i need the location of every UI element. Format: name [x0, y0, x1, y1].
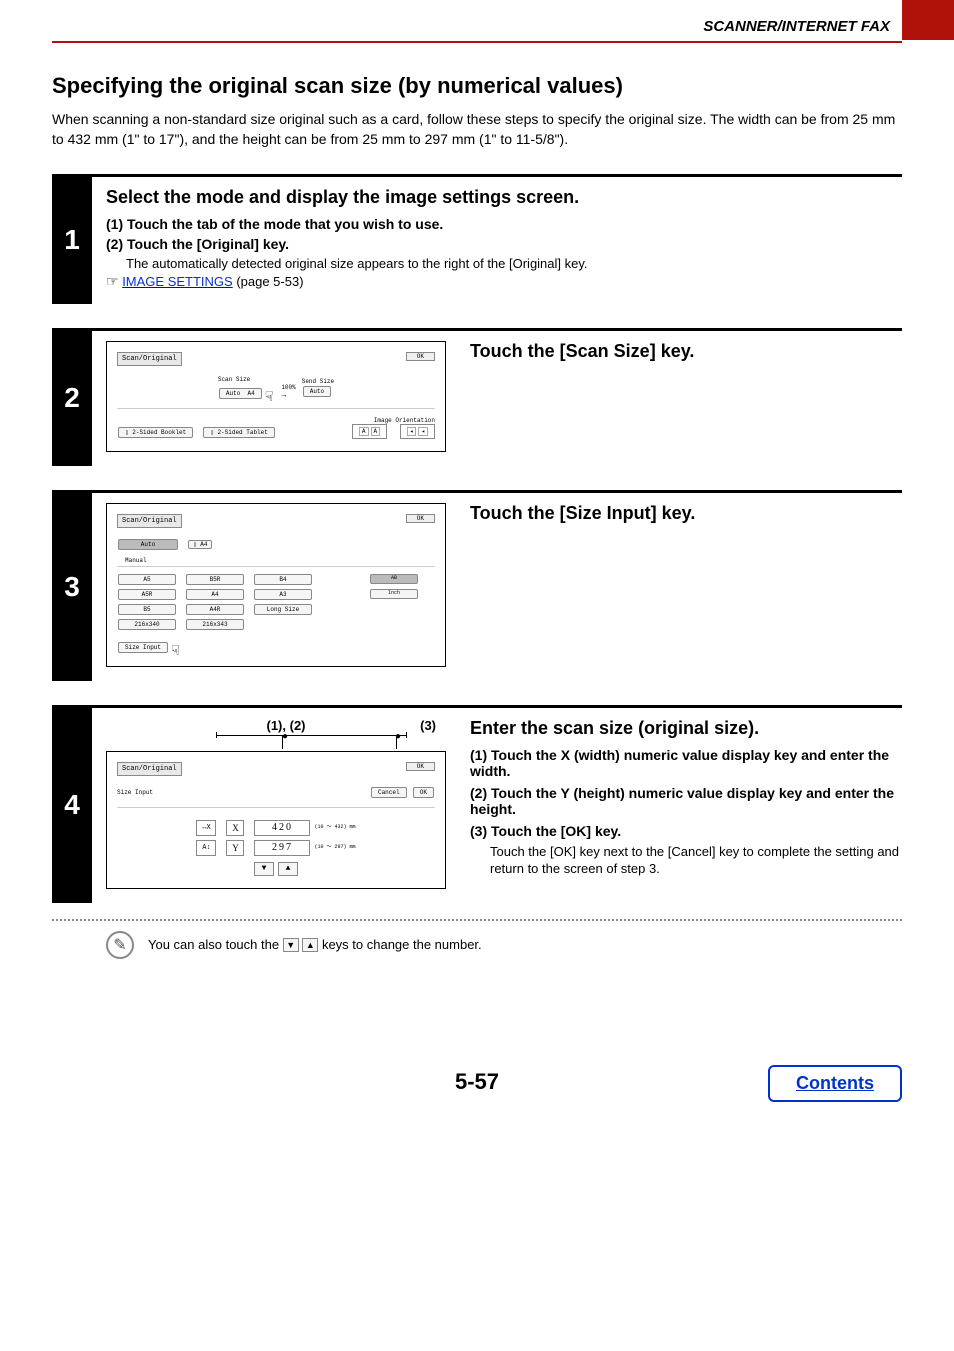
size-a3: A3 — [254, 589, 312, 600]
y-key: Y — [226, 840, 244, 856]
size-long: Long Size — [254, 604, 312, 615]
size-a4: A4 — [186, 589, 244, 600]
image-settings-link[interactable]: IMAGE SETTINGS — [122, 274, 233, 289]
step-number-2: 2 — [52, 331, 92, 466]
step-number-1: 1 — [52, 177, 92, 304]
step-3: 3 Scan/Original OK Auto ▯ A4 Manual A5 B… — [52, 490, 902, 681]
manual-label: Manual — [125, 557, 435, 564]
size-a4r: A4R — [186, 604, 244, 615]
two-sided-tablet: ▯ 2-Sided Tablet — [203, 427, 275, 438]
hand-pointer-icon: ☟ — [265, 389, 273, 406]
panel-title: Scan/Original — [117, 352, 182, 366]
orientation-portrait: AA — [352, 424, 387, 439]
contents-button[interactable]: Contents — [768, 1065, 902, 1102]
cancel-button: Cancel — [371, 787, 407, 798]
x-key: X — [226, 820, 244, 836]
step-4: 4 (1), (2) (3) ● ● — [52, 705, 902, 959]
step1-line1: (1) Touch the tab of the mode that you w… — [106, 216, 902, 232]
size-a5: A5 — [118, 574, 176, 585]
arrow-icon: → — [281, 391, 286, 400]
step-1: 1 Select the mode and display the image … — [52, 174, 902, 304]
tab-auto: Auto — [118, 539, 178, 550]
size-b5r: B5R — [186, 574, 244, 585]
panel-ok: OK — [406, 514, 435, 523]
y-range: (10 ～ 297) mm — [314, 845, 355, 851]
scan-size-label: Scan Size — [218, 376, 275, 383]
page-number: 5-57 — [455, 1069, 499, 1094]
stepper-up-icon: ▲ — [278, 862, 298, 876]
size-216x343: 216x343 — [186, 619, 244, 630]
step1-heading: Select the mode and display the image se… — [106, 187, 902, 208]
link-suffix: (page 5-53) — [233, 274, 304, 289]
step4-sub1: (1) Touch the X (width) numeric value di… — [470, 747, 902, 779]
corner-accent — [902, 0, 954, 40]
step3-heading: Touch the [Size Input] key. — [470, 503, 902, 524]
panel-title: Scan/Original — [117, 514, 182, 528]
header-rule — [52, 41, 902, 43]
x-value: 420 — [254, 820, 310, 836]
size-a5r: A5R — [118, 589, 176, 600]
tip-text: You can also touch the ▼ ▲ keys to chang… — [148, 937, 482, 953]
stepper-down-icon: ▼ — [254, 862, 274, 876]
ab-inch-inch: Inch — [370, 589, 418, 599]
dashed-separator — [52, 919, 902, 921]
panel-ok: OK — [406, 352, 435, 361]
ok-button: OK — [413, 787, 434, 798]
step3-screenshot: Scan/Original OK Auto ▯ A4 Manual A5 B5R… — [106, 503, 446, 667]
width-dim-icon: ↔X — [196, 820, 216, 836]
image-orientation-label: Image Orientation — [352, 417, 435, 424]
step4-sub2: (2) Touch the Y (height) numeric value d… — [470, 785, 902, 817]
step1-link-row: ☞ IMAGE SETTINGS (page 5-53) — [106, 273, 902, 290]
two-sided-booklet: ▯ 2-Sided Booklet — [118, 427, 193, 438]
pointer-icon: ☞ — [106, 273, 119, 289]
step1-line2: (2) Touch the [Original] key. — [106, 236, 902, 252]
step2-screenshot: Scan/Original OK Scan Size Auto A4 ☟ 100… — [106, 341, 446, 452]
step-number-4: 4 — [52, 708, 92, 903]
stepper-down-icon: ▼ — [283, 938, 299, 952]
intro-text: When scanning a non-standard size origin… — [52, 109, 902, 150]
step2-heading: Touch the [Scan Size] key. — [470, 341, 902, 362]
step4-sub3-note: Touch the [OK] key next to the [Cancel] … — [490, 843, 902, 878]
send-size-auto: Auto — [303, 386, 331, 397]
step4-screenshot: Scan/Original OK Size Input Cancel OK ↔X — [106, 751, 446, 889]
annot-3: (3) — [346, 718, 436, 733]
pencil-note-icon: ✎ — [106, 931, 134, 959]
percent-label: 100% — [281, 384, 295, 391]
size-input-button: Size Input — [118, 642, 168, 653]
tab-a4: ▯ A4 — [188, 540, 212, 549]
scan-size-auto-a4: Auto A4 — [219, 388, 262, 399]
height-dim-icon: A↕ — [196, 840, 216, 856]
y-value: 297 — [254, 840, 310, 856]
orientation-landscape: ◂◂ — [400, 424, 435, 439]
size-b4: B4 — [254, 574, 312, 585]
panel-title: Scan/Original — [117, 762, 182, 776]
x-range: (10 ～ 432) mm — [314, 825, 355, 831]
ab-inch-ab: AB — [370, 574, 418, 584]
step4-heading: Enter the scan size (original size). — [470, 718, 902, 739]
step-number-3: 3 — [52, 493, 92, 681]
hand-pointer-icon: ☟ — [171, 643, 179, 660]
header-category: SCANNER/INTERNET FAX — [52, 0, 902, 35]
panel-ok-top: OK — [406, 762, 435, 771]
send-size-label: Send Size — [302, 378, 334, 385]
size-216x340: 216x340 — [118, 619, 176, 630]
size-input-label: Size Input — [117, 789, 153, 796]
stepper-up-icon: ▲ — [302, 938, 318, 952]
step4-sub3: (3) Touch the [OK] key. — [470, 823, 902, 839]
size-b5: B5 — [118, 604, 176, 615]
step-2: 2 Scan/Original OK Scan Size Auto A4 ☟ 1… — [52, 328, 902, 466]
step1-note: The automatically detected original size… — [126, 256, 902, 271]
page-title: Specifying the original scan size (by nu… — [52, 73, 902, 99]
